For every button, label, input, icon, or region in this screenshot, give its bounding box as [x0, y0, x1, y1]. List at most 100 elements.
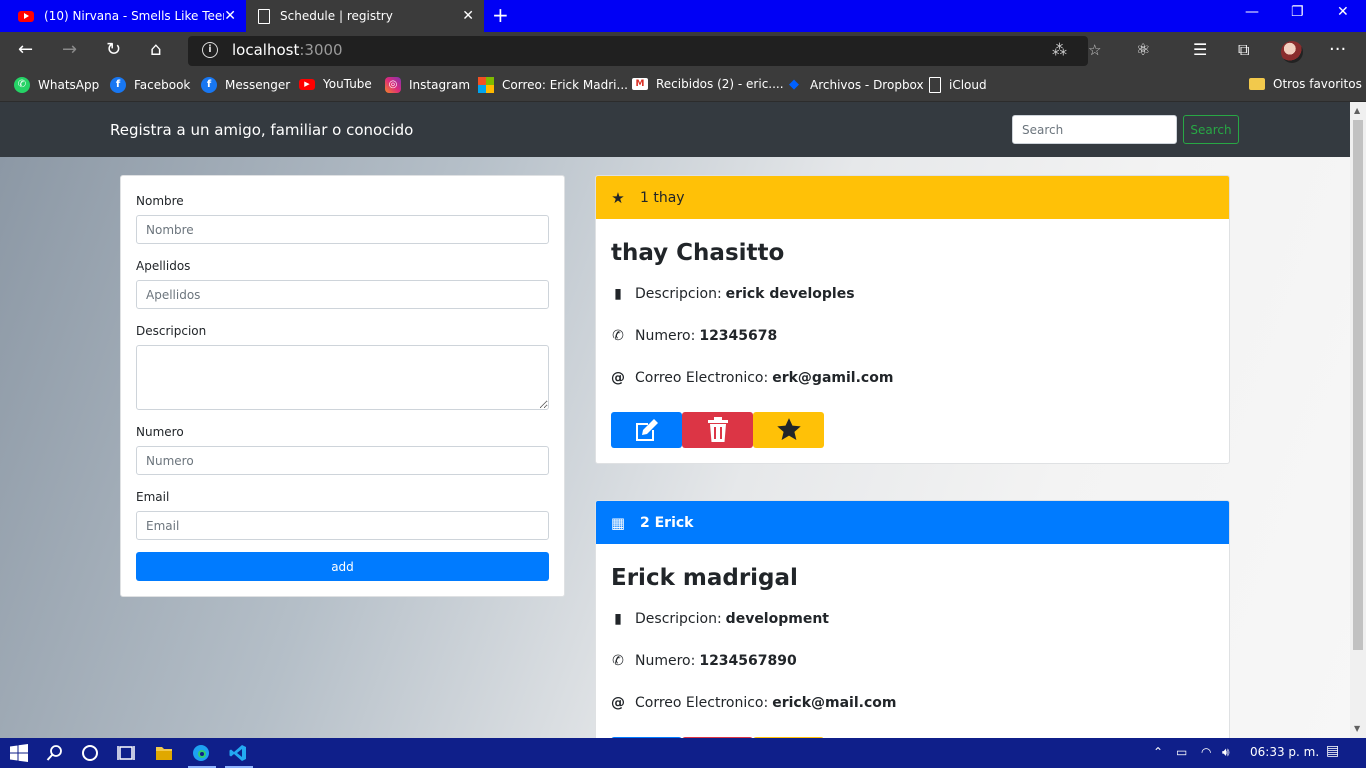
email-value: erick@mail.com	[772, 695, 897, 711]
site-info-icon[interactable]: i	[202, 42, 218, 58]
file-explorer-icon[interactable]	[155, 744, 173, 762]
tab-schedule[interactable]: Schedule | registry ✕	[246, 0, 484, 32]
browser-toolbar: ← → ↻ ⌂ i localhost:3000 ⁂ ☆ ⚛ ☰ ⧉ ···	[0, 32, 1366, 71]
number-value: 12345678	[699, 328, 778, 344]
clock[interactable]: 06:33 p. m.	[1250, 745, 1319, 759]
favorites-icon[interactable]: ☰	[1193, 40, 1207, 60]
at-icon: @	[611, 695, 625, 711]
bookmark-icloud[interactable]: iCloud	[929, 77, 987, 93]
nombre-label: Nombre	[136, 194, 184, 208]
more-icon[interactable]: ···	[1329, 40, 1346, 60]
nombre-input[interactable]	[136, 215, 549, 244]
search-button[interactable]: Search	[1183, 115, 1239, 144]
numero-input[interactable]	[136, 446, 549, 475]
bookmark-youtube[interactable]: ▶ YouTube	[299, 77, 372, 91]
collections-icon[interactable]: ⧉	[1238, 40, 1249, 60]
contact-description: ▮ Descripcion: erick developles	[611, 286, 855, 302]
restore-icon[interactable]: ❐	[1291, 4, 1304, 20]
description-value: development	[725, 611, 829, 627]
contact-card: ▦ 2 Erick Erick madrigal ▮ Descripcion: …	[595, 500, 1230, 738]
bookmark-label: Messenger	[225, 78, 291, 92]
address-bar[interactable]: i localhost:3000 ⁂ ☆	[188, 36, 1101, 66]
delete-button[interactable]	[682, 412, 753, 448]
battery-icon[interactable]: ▭	[1176, 745, 1187, 759]
app-navbar: Registra a un amigo, familiar o conocido…	[0, 102, 1350, 157]
book-icon: ▮	[614, 611, 622, 627]
add-button[interactable]: add	[136, 552, 549, 581]
card-header: ★ 1 thay	[596, 176, 1229, 219]
react-devtools-icon[interactable]: ⚛	[1136, 40, 1150, 60]
contact-name: Erick madrigal	[611, 565, 798, 591]
apellidos-label: Apellidos	[136, 259, 191, 273]
window-close-icon[interactable]: ✕	[1337, 4, 1349, 20]
favorite-star-icon[interactable]: ☆	[1088, 41, 1101, 59]
edge-icon[interactable]	[192, 744, 210, 762]
whatsapp-icon: ✆	[14, 77, 30, 93]
forward-icon[interactable]: →	[62, 40, 77, 60]
bookmark-facebook[interactable]: f Facebook	[110, 77, 190, 93]
tab-title: (10) Nirvana - Smells Like Teen Spirit	[44, 9, 224, 23]
tab-youtube[interactable]: (10) Nirvana - Smells Like Teen Spirit ✕	[0, 0, 246, 32]
page-scrollbar[interactable]: ▲ ▼	[1350, 102, 1366, 738]
close-icon[interactable]: ✕	[224, 8, 236, 24]
description-label: Descripcion:	[635, 286, 722, 302]
contact-email: @ Correo Electronico: erick@mail.com	[611, 695, 896, 711]
cortana-icon[interactable]	[81, 744, 99, 762]
apellidos-input[interactable]	[136, 280, 549, 309]
bookmark-label: Recibidos (2) - eric....	[656, 77, 784, 91]
search-icon[interactable]	[46, 744, 64, 762]
scroll-thumb[interactable]	[1353, 120, 1363, 650]
bookmark-whatsapp[interactable]: ✆ WhatsApp	[14, 77, 99, 93]
trash-icon	[707, 417, 728, 442]
email-label: Email	[136, 490, 170, 504]
search-input[interactable]	[1012, 115, 1177, 144]
bookmark-label: Otros favoritos	[1273, 77, 1362, 91]
youtube-icon: ▶	[299, 78, 315, 90]
contact-name: thay Chasitto	[611, 240, 785, 266]
windows-start-icon[interactable]	[10, 744, 28, 762]
wifi-icon[interactable]: ◠	[1201, 745, 1211, 759]
email-input[interactable]	[136, 511, 549, 540]
home-icon[interactable]: ⌂	[150, 40, 161, 60]
minimize-icon[interactable]: —	[1245, 4, 1259, 20]
scroll-up-icon[interactable]: ▲	[1354, 106, 1360, 115]
email-value: erk@gamil.com	[772, 370, 894, 386]
refresh-icon[interactable]: ↻	[106, 40, 121, 60]
facebook-icon: f	[110, 77, 126, 93]
notifications-icon[interactable]: ▤	[1326, 743, 1339, 759]
profile-avatar[interactable]	[1281, 41, 1303, 63]
translate-icon[interactable]: ⁂	[1052, 41, 1067, 59]
new-tab-icon[interactable]: +	[492, 5, 509, 25]
phone-icon: ✆	[612, 653, 624, 669]
bookmark-dropbox[interactable]: ◆ Archivos - Dropbox	[786, 77, 924, 93]
bookmark-instagram[interactable]: ◎ Instagram	[385, 77, 470, 93]
scroll-down-icon[interactable]: ▼	[1354, 724, 1360, 733]
page-icon	[258, 8, 270, 24]
microsoft-icon	[478, 77, 494, 93]
vscode-icon[interactable]	[229, 744, 247, 762]
app-brand[interactable]: Registra a un amigo, familiar o conocido	[110, 121, 413, 139]
chevron-up-icon[interactable]: ⌃	[1153, 745, 1163, 759]
book-icon: ▮	[614, 286, 622, 302]
edit-icon	[635, 419, 658, 441]
back-icon[interactable]: ←	[18, 40, 33, 60]
description-value: erick developles	[725, 286, 855, 302]
close-icon[interactable]: ✕	[462, 8, 474, 24]
task-view-icon[interactable]	[117, 744, 135, 762]
star-icon: ★	[611, 188, 625, 207]
email-label: Correo Electronico:	[635, 370, 769, 386]
edit-button[interactable]	[611, 412, 682, 448]
email-label: Correo Electronico:	[635, 695, 769, 711]
other-favorites[interactable]: Otros favoritos	[1249, 77, 1362, 91]
bookmarks-bar: ✆ WhatsApp f Facebook f Messenger ▶ YouT…	[0, 71, 1366, 102]
folder-icon	[1249, 78, 1265, 90]
bookmark-messenger[interactable]: f Messenger	[201, 77, 290, 93]
volume-icon[interactable]: 🔊︎	[1222, 745, 1230, 760]
bookmark-gmail[interactable]: M Recibidos (2) - eric....	[632, 77, 784, 91]
bookmark-label: Instagram	[409, 78, 471, 92]
bookmark-label: Facebook	[134, 78, 191, 92]
bookmark-outlook[interactable]: Correo: Erick Madri...	[478, 77, 628, 93]
calendar-icon: ▦	[610, 513, 626, 532]
favorite-button[interactable]	[753, 412, 824, 448]
descripcion-textarea[interactable]	[136, 345, 549, 410]
